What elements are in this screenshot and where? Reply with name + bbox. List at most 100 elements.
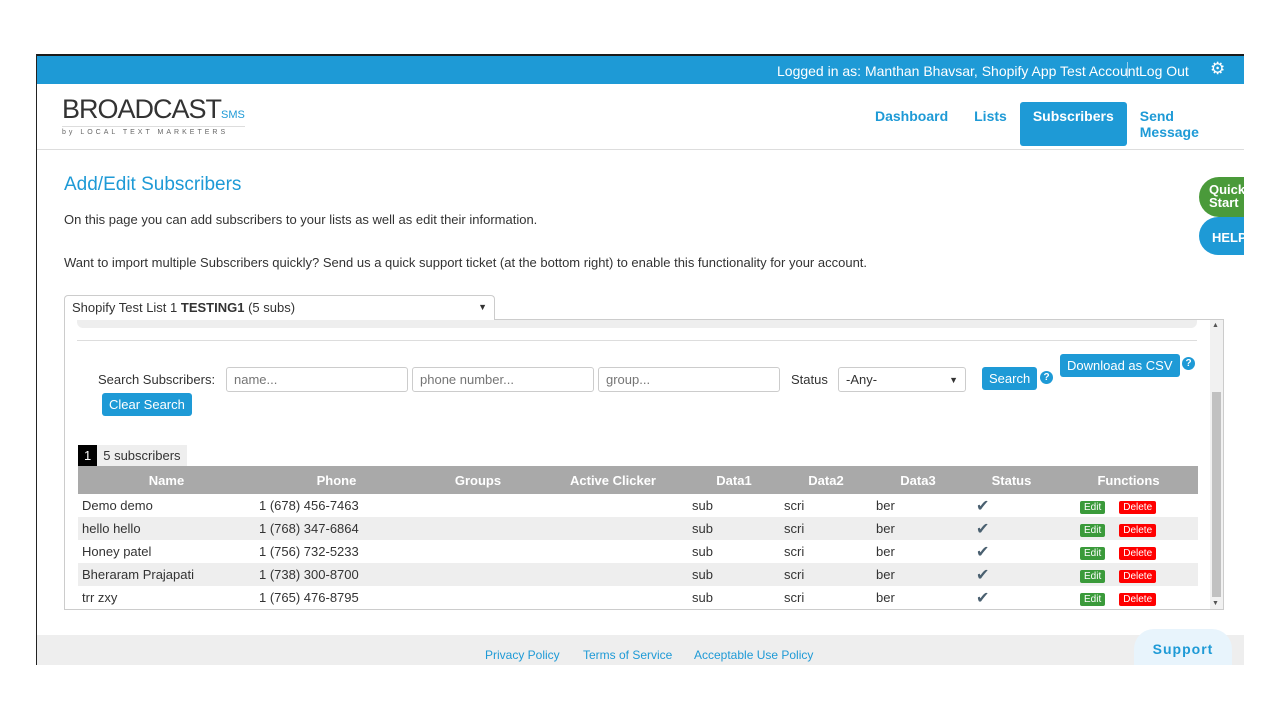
support-button[interactable]: Support xyxy=(1134,629,1232,665)
column-header: Phone xyxy=(255,466,418,494)
cell-d2: scri xyxy=(784,544,805,559)
status-select[interactable]: -Any- ▼ xyxy=(838,367,966,392)
terms-link[interactable]: Terms of Service xyxy=(583,648,672,662)
column-header: Groups xyxy=(418,466,538,494)
cell-groups xyxy=(418,563,538,586)
subscriber-count: 5 subscribers xyxy=(97,445,187,466)
main-nav: Dashboard Lists Subscribers Send Message xyxy=(862,102,1244,146)
phone-search-input[interactable] xyxy=(412,367,594,392)
clear-search-button[interactable]: Clear Search xyxy=(102,393,192,416)
cell-functions: Edit Delete xyxy=(1059,540,1198,563)
cell-d1: sub xyxy=(692,544,713,559)
cell-phone: 1 (738) 300-8700 xyxy=(255,563,418,586)
column-header: Data2 xyxy=(780,466,872,494)
scroll-down-icon[interactable]: ▼ xyxy=(1212,600,1219,607)
gear-icon[interactable]: ⚙ xyxy=(1210,59,1225,79)
subscribers-table: Name Phone Groups Active Clicker Data1 Data2 D… xyxy=(78,466,1198,609)
check-icon: ✔ xyxy=(976,589,990,607)
nav-dashboard[interactable]: Dashboard xyxy=(862,102,961,146)
edit-button[interactable]: Edit xyxy=(1080,524,1106,537)
divider xyxy=(1127,62,1128,78)
help-icon[interactable]: ? xyxy=(1040,371,1053,384)
search-button[interactable]: Search xyxy=(982,367,1038,390)
help-button[interactable]: HELP xyxy=(1199,217,1244,255)
delete-button[interactable]: Delete xyxy=(1119,524,1157,537)
page-1[interactable]: 1 xyxy=(78,445,98,466)
check-icon: ✔ xyxy=(976,543,990,561)
delete-button[interactable]: Delete xyxy=(1119,547,1157,560)
privacy-policy-link[interactable]: Privacy Policy xyxy=(485,648,560,662)
edit-button[interactable]: Edit xyxy=(1080,593,1106,606)
cell-active xyxy=(538,540,688,563)
app-window: Logged in as: Manthan Bhavsar, Shopify A… xyxy=(36,54,1244,665)
status-value: -Any- xyxy=(846,372,878,387)
edit-button[interactable]: Edit xyxy=(1080,501,1106,514)
table-row: Bheraram Prajapati 1 (738) 300-8700 sub scr… xyxy=(78,563,1198,586)
intro-text: On this page you can add subscribers to … xyxy=(64,212,538,227)
group-search-input[interactable] xyxy=(598,367,780,392)
edit-button[interactable]: Edit xyxy=(1080,570,1106,583)
logout-link[interactable]: Log Out xyxy=(1139,63,1189,79)
list-select[interactable]: Shopify Test List 1 TESTING1 (5 subs) ▼ xyxy=(64,295,495,320)
cell-groups xyxy=(418,586,538,609)
cell-d1: sub xyxy=(692,590,713,605)
column-header: Active Clicker xyxy=(538,466,688,494)
help-icon[interactable]: ? xyxy=(1182,357,1195,370)
cell-d3: ber xyxy=(872,563,964,586)
top-bar: Logged in as: Manthan Bhavsar, Shopify A… xyxy=(37,54,1244,84)
cell-phone: 1 (678) 456-7463 xyxy=(259,498,359,513)
chevron-down-icon: ▼ xyxy=(478,302,487,312)
cell-functions: Edit Delete xyxy=(1059,563,1198,586)
scroll-up-icon[interactable]: ▲ xyxy=(1212,322,1219,329)
cell-groups xyxy=(418,494,538,517)
nav-send-message[interactable]: Send Message xyxy=(1127,102,1244,146)
delete-button[interactable]: Delete xyxy=(1119,501,1157,514)
logo-suffix: SMS xyxy=(221,109,245,121)
check-icon: ✔ xyxy=(976,497,990,515)
cell-name: Demo demo xyxy=(82,498,153,513)
cell-name: hello hello xyxy=(78,517,255,540)
column-header: Data1 xyxy=(688,466,780,494)
aup-link[interactable]: Acceptable Use Policy xyxy=(694,648,813,662)
status-label: Status xyxy=(791,372,828,387)
delete-button[interactable]: Delete xyxy=(1119,570,1157,583)
cell-active xyxy=(538,563,688,586)
download-csv-button[interactable]: Download as CSV xyxy=(1060,354,1180,377)
table-row: hello hello 1 (768) 347-6864 sub scri ber ✔ Ed… xyxy=(78,517,1198,540)
cell-d1: sub xyxy=(688,563,780,586)
logo[interactable]: BROADCASTSMS by LOCAL TEXT MARKETERS xyxy=(62,94,245,136)
table-row: Honey patel 1 (756) 732-5233 sub scri ber ✔ Ed… xyxy=(78,540,1198,563)
cell-d2: scri xyxy=(784,498,805,513)
scroll-thumb[interactable] xyxy=(1212,392,1221,597)
nav-subscribers[interactable]: Subscribers xyxy=(1019,102,1127,146)
page-title: Add/Edit Subscribers xyxy=(64,174,242,195)
edit-button[interactable]: Edit xyxy=(1080,547,1106,560)
scrollbar[interactable]: ▲ ▼ xyxy=(1210,320,1223,609)
cell-d2: scri xyxy=(780,517,872,540)
cell-name: Honey patel xyxy=(82,544,152,559)
cell-d3: ber xyxy=(876,544,895,559)
delete-button[interactable]: Delete xyxy=(1119,593,1157,606)
cell-active xyxy=(538,586,688,609)
footer: Privacy Policy Terms of Service Acceptab… xyxy=(37,635,1244,665)
cell-d3: ber xyxy=(876,498,895,513)
table-row: Demo demo 1 (678) 456-7463 sub scri ber ✔ Edit… xyxy=(78,494,1198,517)
name-search-input[interactable] xyxy=(226,367,408,392)
list-count: (5 subs) xyxy=(248,300,296,315)
cell-groups xyxy=(418,517,538,540)
check-icon: ✔ xyxy=(964,563,1059,586)
column-header: Name xyxy=(78,466,255,494)
column-header: Functions xyxy=(1059,466,1198,494)
cell-functions: Edit Delete xyxy=(1059,586,1198,609)
cell-active xyxy=(538,517,688,540)
cell-d1: sub xyxy=(688,517,780,540)
nav-lists[interactable]: Lists xyxy=(961,102,1020,146)
chevron-down-icon: ▼ xyxy=(949,375,958,385)
pagination: 1 5 subscribers xyxy=(78,445,187,466)
cell-d2: scri xyxy=(784,590,805,605)
column-header: Data3 xyxy=(872,466,964,494)
cell-phone: 1 (756) 732-5233 xyxy=(259,544,359,559)
logo-tagline: by LOCAL TEXT MARKETERS xyxy=(62,126,245,136)
cell-name: trr zxy xyxy=(82,590,118,605)
quick-start-button[interactable]: Quick Start xyxy=(1199,177,1244,217)
